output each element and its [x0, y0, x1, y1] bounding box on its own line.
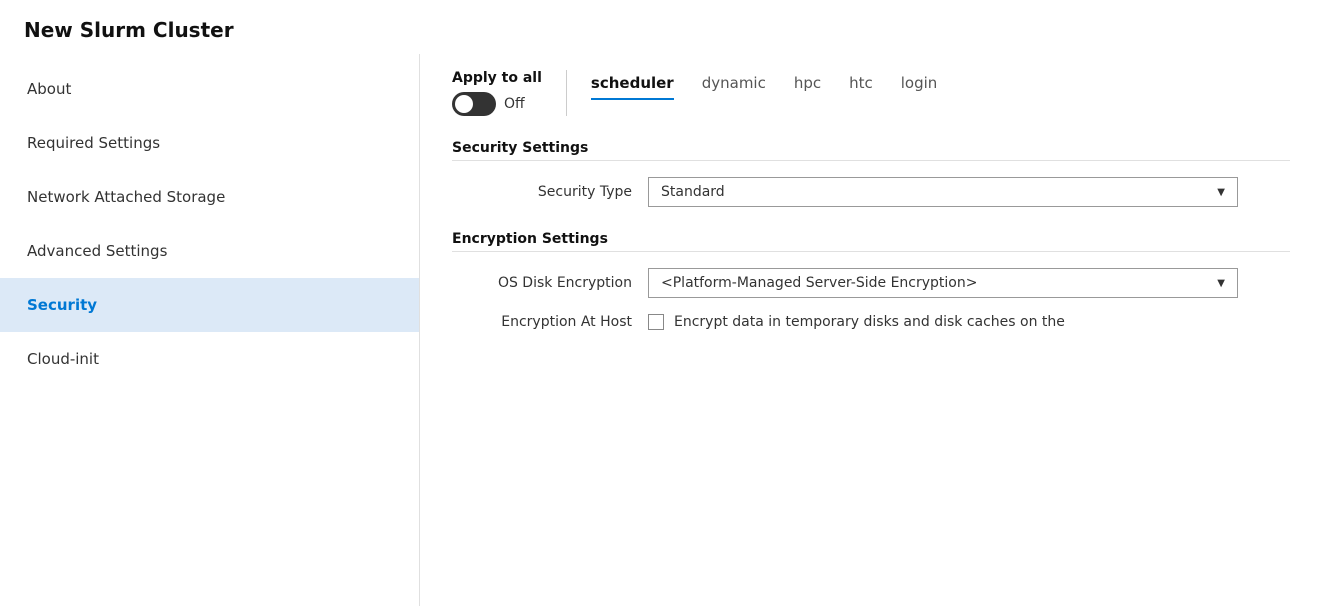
security-type-control: Standard ▼ [648, 177, 1248, 207]
encryption-at-host-checkbox[interactable] [648, 314, 664, 330]
os-disk-dropdown[interactable]: <Platform-Managed Server-Side Encryption… [648, 268, 1238, 298]
main-content: Apply to all Off scheduler dynamic hpc [420, 54, 1322, 606]
security-settings-heading: Security Settings [452, 140, 1290, 156]
encryption-at-host-checkbox-row: Encrypt data in temporary disks and disk… [648, 314, 1065, 330]
security-type-dropdown-arrow: ▼ [1217, 187, 1225, 198]
toggle-state-label: Off [504, 96, 525, 112]
security-settings-section: Security Settings Security Type Standard… [452, 140, 1290, 207]
tab-hpc[interactable]: hpc [794, 74, 821, 100]
tab-htc[interactable]: htc [849, 74, 873, 100]
apply-all-toggle[interactable] [452, 92, 496, 116]
os-disk-encryption-row: OS Disk Encryption <Platform-Managed Ser… [452, 268, 1290, 298]
encryption-at-host-control: Encrypt data in temporary disks and disk… [648, 314, 1248, 330]
security-type-dropdown[interactable]: Standard ▼ [648, 177, 1238, 207]
page-title: New Slurm Cluster [0, 0, 1322, 54]
security-settings-divider [452, 160, 1290, 161]
apply-all-label: Apply to all [452, 70, 542, 86]
tabs: scheduler dynamic hpc htc login [591, 70, 937, 100]
os-disk-dropdown-arrow: ▼ [1217, 278, 1225, 289]
tab-dynamic[interactable]: dynamic [702, 74, 766, 100]
sidebar-item-required-settings[interactable]: Required Settings [0, 116, 419, 170]
os-disk-control: <Platform-Managed Server-Side Encryption… [648, 268, 1248, 298]
encryption-at-host-label: Encryption At Host [452, 314, 632, 330]
toggle-knob [455, 95, 473, 113]
security-type-row: Security Type Standard ▼ [452, 177, 1290, 207]
encryption-settings-section: Encryption Settings OS Disk Encryption <… [452, 231, 1290, 330]
sidebar-item-network-attached-storage[interactable]: Network Attached Storage [0, 170, 419, 224]
security-type-value: Standard [661, 184, 725, 200]
encryption-settings-divider [452, 251, 1290, 252]
os-disk-label: OS Disk Encryption [452, 275, 632, 291]
apply-all-section: Apply to all Off [452, 70, 567, 116]
tab-scheduler[interactable]: scheduler [591, 74, 674, 100]
sidebar-item-advanced-settings[interactable]: Advanced Settings [0, 224, 419, 278]
os-disk-value: <Platform-Managed Server-Side Encryption… [661, 275, 977, 291]
sidebar-item-about[interactable]: About [0, 62, 419, 116]
sidebar-item-cloud-init[interactable]: Cloud-init [0, 332, 419, 386]
toggle-row: Off [452, 92, 542, 116]
sidebar-item-security[interactable]: Security [0, 278, 419, 332]
encryption-at-host-row: Encryption At Host Encrypt data in tempo… [452, 314, 1290, 330]
encryption-settings-heading: Encryption Settings [452, 231, 1290, 247]
sidebar: About Required Settings Network Attached… [0, 54, 420, 606]
encryption-at-host-text: Encrypt data in temporary disks and disk… [674, 314, 1065, 330]
security-type-label: Security Type [452, 184, 632, 200]
top-bar: Apply to all Off scheduler dynamic hpc [452, 70, 1290, 116]
tab-login[interactable]: login [901, 74, 938, 100]
